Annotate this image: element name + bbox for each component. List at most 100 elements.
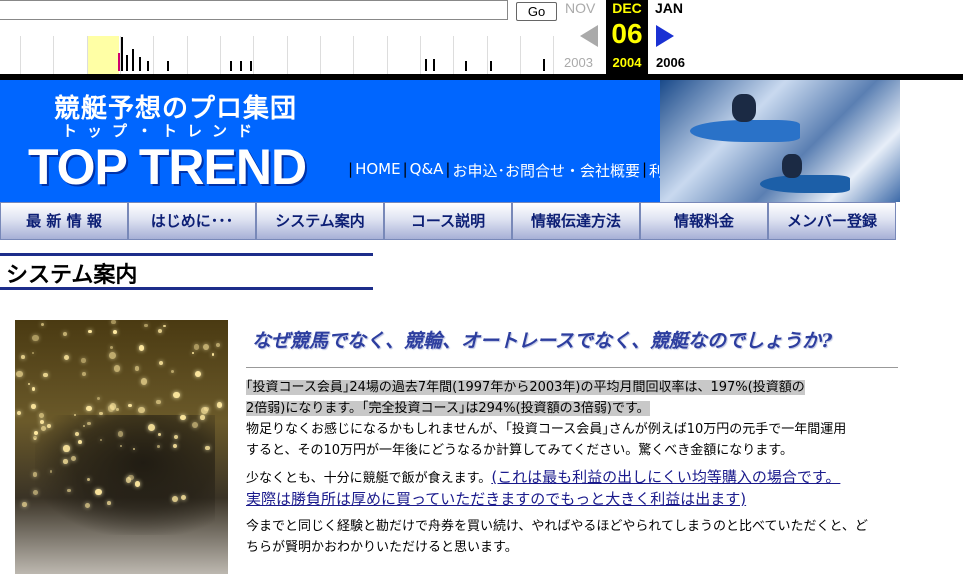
timeline-gridline (253, 36, 254, 74)
paragraph-text: 物足りなくお感じになるかもしれませんが、｢投資コース会員｣さんが例えば10万円の… (246, 422, 847, 437)
capture-tick[interactable] (139, 57, 141, 71)
capture-tick[interactable] (132, 49, 134, 71)
go-button[interactable]: Go (516, 2, 557, 21)
url-input[interactable] (0, 0, 508, 20)
menu-introduction[interactable]: はじめに･･･ (128, 202, 256, 240)
sparkle-dot (107, 405, 114, 412)
sparkle-dot (205, 445, 210, 451)
sparkle-dot (111, 320, 116, 325)
sparkle-dot (140, 378, 148, 385)
sparkle-dot (215, 342, 220, 348)
timeline-gridline (387, 36, 388, 74)
boat-race-image (660, 80, 900, 202)
menu-pricing[interactable]: 情報料金 (640, 202, 768, 240)
sparkle-dot (77, 439, 82, 444)
capture-tick[interactable] (118, 53, 120, 71)
capture-tick[interactable] (465, 61, 467, 71)
highlighted-text: 2倍弱)になります。｢完全投資コース｣は294%(投資額の3倍弱)です。 (246, 401, 650, 416)
timeline-gridline (287, 36, 288, 74)
sparkle-dot (171, 370, 175, 374)
menu-course-description[interactable]: コース説明 (384, 202, 512, 240)
sparkle-dot (191, 351, 194, 354)
prev-year-label: 2003 (564, 55, 593, 70)
sparkle-dot (107, 501, 111, 506)
capture-tick[interactable] (126, 55, 128, 71)
paragraph-return-rate: ｢投資コース会員｣24場の過去7年間(1997年から2003年)の平均月間回収率… (246, 377, 906, 419)
prev-arrow-icon[interactable] (580, 25, 598, 47)
timeline-gridline (520, 36, 521, 74)
sparkle-dot (163, 324, 167, 328)
nav-separator: | (445, 160, 451, 178)
menu-system-guide[interactable]: システム案内 (256, 202, 384, 240)
nav-contact-link[interactable]: お申込･お問合せ・会社概要 (452, 160, 640, 181)
capture-tick[interactable] (240, 61, 242, 71)
water-sparkle-photo (15, 320, 228, 574)
next-month-link[interactable]: JAN (655, 0, 683, 16)
sparkle-dot (134, 366, 140, 371)
current-year: 2004 (612, 55, 642, 70)
next-year-label: 2006 (656, 55, 685, 70)
sparkle-dot (200, 415, 205, 420)
sparkle-dot (172, 443, 177, 448)
paragraph-text: すると、その10万円が一年後にどうなるか計算してみてください。驚くべき金額になり… (246, 443, 793, 458)
menu-news[interactable]: 最 新 情 報 (0, 202, 128, 240)
capture-tick[interactable] (230, 61, 232, 71)
paragraph-text: 少なくとも、十分に競艇で飯が食えます。 (246, 471, 492, 486)
sparkle-dot (87, 477, 91, 481)
sparkle-dot (32, 334, 39, 342)
site-logo-text[interactable]: TOP TREND (28, 138, 307, 196)
current-month: DEC (612, 0, 642, 16)
nav-qa-link[interactable]: Q&A (410, 160, 444, 181)
sparkle-dot (113, 365, 121, 372)
sparkle-dot (47, 423, 51, 428)
timeline-gridline (420, 36, 421, 74)
sparkle-dot (32, 489, 38, 495)
boat-shape (760, 175, 850, 193)
capture-tick[interactable] (490, 61, 492, 71)
sparkle-dot (96, 396, 101, 401)
next-arrow-icon[interactable] (656, 25, 674, 47)
capture-tick[interactable] (121, 37, 123, 71)
nav-home-link[interactable]: HOME (355, 160, 401, 181)
menu-delivery-method[interactable]: 情報伝達方法 (512, 202, 640, 240)
sparkle-dot (144, 323, 148, 328)
sparkle-dot (157, 445, 160, 448)
highlighted-text: ｢投資コース会員｣24場の過去7年間(1997年から2003年)の平均月間回収率… (246, 380, 805, 395)
timeline-gridline (553, 36, 554, 74)
timeline-gridline (487, 36, 488, 74)
sparkle-dot (116, 407, 120, 411)
capture-tick[interactable] (167, 61, 169, 71)
sparkle-dot (63, 332, 68, 336)
paragraph-comparison: 今までと同じく経験と勘だけで舟券を買い続け、やればやるほどやられてしまうのと比べ… (246, 516, 906, 558)
sparkle-dot (82, 372, 87, 377)
sparkle-dot (73, 413, 76, 417)
capture-tick[interactable] (543, 59, 545, 71)
sparkle-dot (31, 404, 37, 409)
menu-member-registration[interactable]: メンバー登録 (768, 202, 896, 240)
sparkle-dot (63, 459, 68, 464)
racer-shape (782, 154, 802, 178)
capture-timeline[interactable] (0, 36, 558, 74)
timeline-gridline (320, 36, 321, 74)
nav-separator: | (402, 160, 408, 178)
header-nav: | HOME | Q&A | お申込･お問合せ・会社概要 | 利用規約 (346, 160, 709, 181)
silhouette-shape (35, 415, 215, 535)
profit-note-link[interactable]: (これは最も利益の出しにくい均等購入の場合です。 (491, 468, 840, 486)
sparkle-dot (128, 474, 134, 480)
paragraph-profit: 少なくとも、十分に競艇で飯が食えます。(これは最も利益の出しにくい均等購入の場合… (246, 467, 906, 511)
site-banner: 競艇予想のプロ集団 トップ・トレンド TOP TREND | HOME | Q&… (0, 80, 900, 202)
capture-tick[interactable] (425, 59, 427, 71)
sparkle-dot (21, 355, 25, 359)
profit-note-link[interactable]: 実際は勝負所は厚めに買っていただきますのでもっと大きく利益は出ます) (246, 490, 746, 508)
prev-month-link[interactable]: NOV (565, 0, 595, 16)
timeline-gridline (20, 36, 21, 74)
capture-tick[interactable] (147, 61, 149, 71)
sparkle-dot (216, 402, 223, 408)
current-day: 06 (611, 18, 643, 49)
sparkle-dot (158, 433, 161, 436)
capture-tick[interactable] (250, 61, 252, 71)
capture-tick[interactable] (433, 59, 435, 71)
timeline-gridline (87, 36, 88, 74)
sparkle-dot (63, 445, 70, 452)
sparkle-dot (148, 423, 156, 431)
